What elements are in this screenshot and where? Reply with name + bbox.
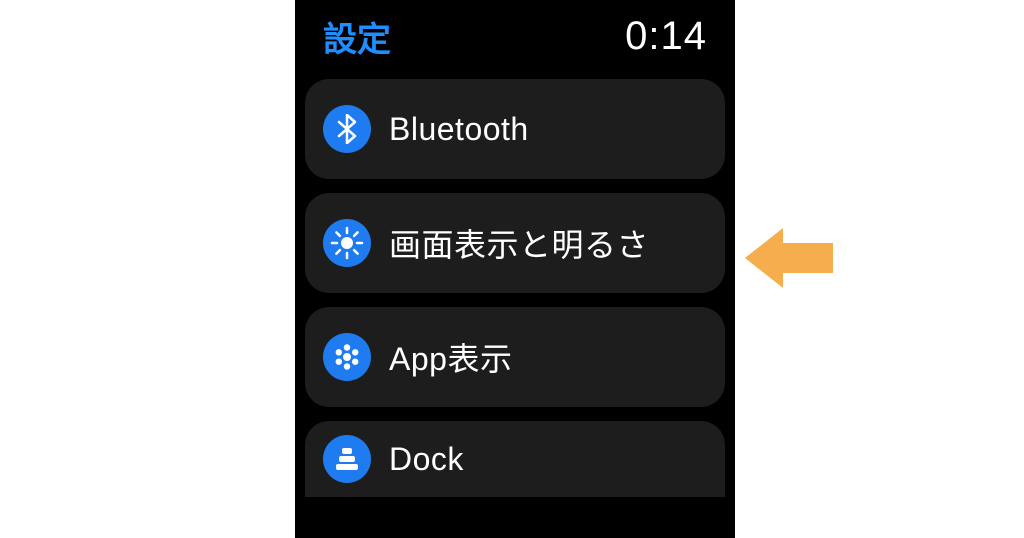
settings-list: Bluetooth 画面表示 bbox=[295, 79, 735, 497]
settings-item-display-brightness[interactable]: 画面表示と明るさ bbox=[305, 193, 725, 293]
bluetooth-icon bbox=[323, 105, 371, 153]
dock-icon bbox=[323, 435, 371, 483]
settings-item-label: App表示 bbox=[389, 334, 512, 380]
app-grid-icon bbox=[323, 333, 371, 381]
settings-item-bluetooth[interactable]: Bluetooth bbox=[305, 79, 725, 179]
settings-item-label: 画面表示と明るさ bbox=[389, 220, 649, 266]
callout-arrow bbox=[745, 223, 835, 293]
settings-item-app-view[interactable]: App表示 bbox=[305, 307, 725, 407]
brightness-icon bbox=[323, 219, 371, 267]
header: 設定 0:14 bbox=[295, 0, 735, 79]
settings-item-dock[interactable]: Dock bbox=[305, 421, 725, 497]
page-title[interactable]: 設定 bbox=[323, 12, 391, 61]
clock-time: 0:14 bbox=[625, 14, 707, 59]
settings-item-label: Dock bbox=[389, 441, 464, 478]
watch-screen: 設定 0:14 Bluetooth bbox=[295, 0, 735, 538]
settings-item-label: Bluetooth bbox=[389, 111, 529, 148]
